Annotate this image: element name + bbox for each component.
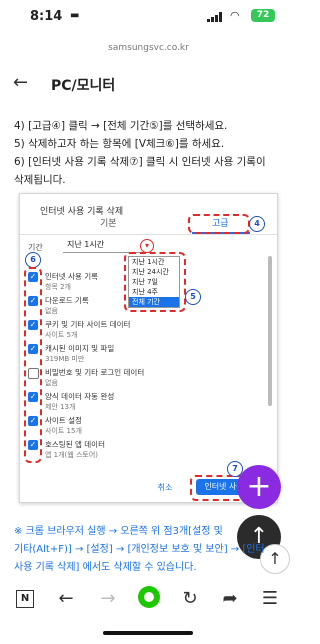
back-icon[interactable]: ← [54,588,78,609]
share-icon[interactable]: ➦ [218,588,242,609]
checkbox-checked[interactable]: ✓ [28,392,38,402]
forward-icon[interactable]: → [96,588,120,609]
tab-divider [20,234,277,235]
clock: 8:14 [30,9,63,24]
cancel-button[interactable]: 취소 [150,481,180,495]
step-4: 4) [고급④] 클릭 → [전체 기간⑤]를 선택하세요. [14,120,228,132]
marker-6: 6 [25,252,41,268]
add-fab-button[interactable]: + [237,465,281,509]
wifi-icon: ◠ [230,9,240,22]
n-icon[interactable]: N [16,590,34,608]
list-item[interactable]: 비밀번호 및 기타 로그인 데이터 없음 [28,366,258,391]
list-item[interactable]: ✓ 호스팅된 앱 데이터 앱 1개(웹 스토어) [28,438,258,463]
note-line-1: ※ 크롬 브라우저 실행 → 오른쪽 위 점3개[설정 및 [14,526,223,537]
page-title: PC/모니터 [51,78,116,94]
battery-icon: 72 [251,9,275,22]
status-bar: 8:14 ▬ ◠ 72 [0,0,297,30]
checkbox-checked[interactable]: ✓ [28,440,38,450]
signal-icon [207,12,223,22]
checkbox-checked[interactable]: ✓ [28,296,38,306]
list-item[interactable]: ✓ 다운로드 기록 없음 [28,294,258,319]
step-6-cont: 삭제됩니다. [14,174,66,186]
checkbox-checked[interactable]: ✓ [28,344,38,354]
checkbox-checked[interactable]: ✓ [28,416,38,426]
browser-toolbar: N ← → ↻ ➦ ☰ [0,580,297,620]
bed-icon: ▬ [70,10,80,21]
back-arrow-icon[interactable]: ← [13,72,28,93]
highlight-advanced [188,214,250,234]
checkbox-checked[interactable]: ✓ [28,320,38,330]
step-6: 6) [인터넷 사용 기록 삭제⑦] 클릭 시 인터넷 사용 기록이 [14,156,266,168]
list-item[interactable]: ✓ 사이트 설정 사이트 15개 [28,414,258,439]
scrollbar[interactable] [268,256,272,406]
note-line-2: 기타(Alt+F)] → [설정] → [개인정보 보호 및 보안] → [인터 [14,544,265,555]
range-select[interactable]: 지난 1시간 [63,238,151,253]
refresh-icon[interactable]: ↻ [178,588,202,609]
url-bar[interactable]: samsungsvc.co.kr [0,43,297,53]
list-item[interactable]: ✓ 양식 데이터 자동 완성 제안 13개 [28,390,258,415]
tab-basic[interactable]: 기본 [100,216,117,229]
list-item[interactable]: ✓ 캐시된 이미지 및 파일 319MB 미만 [28,342,258,367]
step-5: 5) 삭제하고자 하는 항목에 [V체크⑥]를 하세요. [14,138,225,150]
chrome-dialog-screenshot: 인터넷 사용 기록 삭제 기본 고급 4 기간 지난 1시간 ▾ 지난 1시간 … [19,193,278,503]
note-line-3: 사용 기록 삭제] 에서도 삭제할 수 있습니다. [14,562,197,573]
checkbox-unchecked[interactable] [28,368,39,379]
list-item[interactable]: ✓ 인터넷 사용 기록 항목 2개 [28,270,258,295]
marker-4: 4 [249,216,265,232]
dropdown-arrow-icon[interactable]: ▾ [140,239,154,253]
list-item[interactable]: ✓ 쿠키 및 기타 사이트 데이터 사이트 5개 [28,318,258,343]
menu-icon[interactable]: ☰ [258,588,282,609]
checkbox-checked[interactable]: ✓ [28,272,38,282]
home-indicator [103,631,193,635]
home-icon[interactable] [138,586,160,608]
